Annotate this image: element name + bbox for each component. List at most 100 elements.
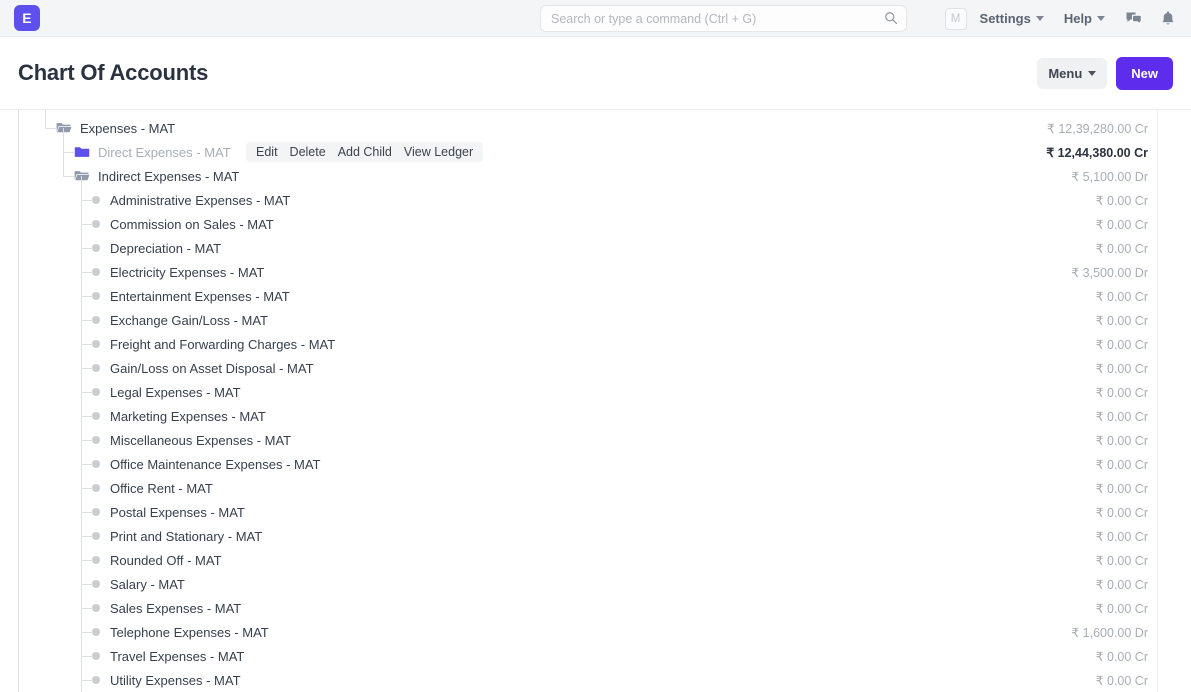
tree-connector (63, 152, 74, 153)
settings-label: Settings (980, 11, 1031, 26)
view-ledger-button[interactable]: View Ledger (398, 145, 479, 159)
tree-row[interactable]: Marketing Expenses - MAT₹ 0.00 Cr (0, 404, 1191, 428)
tree-node[interactable]: Office Rent - MAT (92, 476, 213, 500)
bullet-icon (92, 412, 100, 420)
bullet-icon (92, 340, 100, 348)
tree-node-label[interactable]: Print and Stationary - MAT (110, 529, 262, 544)
tree-row[interactable]: Utility Expenses - MAT₹ 0.00 Cr (0, 668, 1191, 692)
tree-node-label[interactable]: Electricity Expenses - MAT (110, 265, 264, 280)
tree-row[interactable]: Entertainment Expenses - MAT₹ 0.00 Cr (0, 284, 1191, 308)
global-search[interactable] (540, 5, 907, 32)
tree-row[interactable]: Salary - MAT₹ 0.00 Cr (0, 572, 1191, 596)
tree-node-label[interactable]: Utility Expenses - MAT (110, 673, 241, 688)
bell-icon[interactable] (1159, 10, 1177, 28)
tree-node[interactable]: Entertainment Expenses - MAT (92, 284, 290, 308)
tree-row[interactable]: Postal Expenses - MAT₹ 0.00 Cr (0, 500, 1191, 524)
tree-node-label[interactable]: Freight and Forwarding Charges - MAT (110, 337, 335, 352)
tree-node[interactable]: Indirect Expenses - MAT (74, 164, 239, 188)
tree-node-label[interactable]: Commission on Sales - MAT (110, 217, 274, 232)
tree-node-label[interactable]: Postal Expenses - MAT (110, 505, 245, 520)
tree-node[interactable]: Electricity Expenses - MAT (92, 260, 264, 284)
tree-row[interactable]: Telephone Expenses - MAT₹ 1,600.00 Dr (0, 620, 1191, 644)
tree-row[interactable]: Depreciation - MAT₹ 0.00 Cr (0, 236, 1191, 260)
tree-node[interactable]: Salary - MAT (92, 572, 185, 596)
tree-row[interactable]: Indirect Expenses - MAT₹ 5,100.00 Dr (0, 164, 1191, 188)
tree-row[interactable]: Office Rent - MAT₹ 0.00 Cr (0, 476, 1191, 500)
tree-row[interactable]: Gain/Loss on Asset Disposal - MAT₹ 0.00 … (0, 356, 1191, 380)
tree-node-label[interactable]: Office Rent - MAT (110, 481, 213, 496)
tree-row[interactable]: Exchange Gain/Loss - MAT₹ 0.00 Cr (0, 308, 1191, 332)
add-child-button[interactable]: Add Child (332, 145, 398, 159)
tree-node[interactable]: Rounded Off - MAT (92, 548, 222, 572)
bullet-icon (92, 676, 100, 684)
tree-node-label[interactable]: Exchange Gain/Loss - MAT (110, 313, 268, 328)
delete-button[interactable]: Delete (284, 145, 332, 159)
tree-node[interactable]: Travel Expenses - MAT (92, 644, 244, 668)
tree-node[interactable]: Depreciation - MAT (92, 236, 221, 260)
account-balance: ₹ 0.00 Cr (1096, 433, 1148, 448)
comment-icon[interactable] (1125, 10, 1143, 28)
tree-node-label[interactable]: Indirect Expenses - MAT (98, 169, 239, 184)
tree-row[interactable]: Print and Stationary - MAT₹ 0.00 Cr (0, 524, 1191, 548)
avatar[interactable]: M (945, 8, 967, 30)
settings-menu[interactable]: Settings (980, 11, 1044, 26)
tree-row[interactable]: Direct Expenses - MAT EditDeleteAdd Child… (0, 140, 1191, 164)
new-button[interactable]: New (1116, 57, 1173, 90)
tree-node-label[interactable]: Travel Expenses - MAT (110, 649, 244, 664)
search-input[interactable] (540, 5, 907, 32)
tree-row[interactable]: Expenses - MAT₹ 12,39,280.00 Cr (0, 116, 1191, 140)
tree-node[interactable]: Sales Expenses - MAT (92, 596, 241, 620)
tree-node-label[interactable]: Expenses - MAT (80, 121, 175, 136)
tree-node-label[interactable]: Gain/Loss on Asset Disposal - MAT (110, 361, 314, 376)
tree-node[interactable]: Legal Expenses - MAT (92, 380, 241, 404)
tree-connector (81, 368, 93, 369)
tree-row[interactable]: Administrative Expenses - MAT₹ 0.00 Cr (0, 188, 1191, 212)
tree-node-label[interactable]: Office Maintenance Expenses - MAT (110, 457, 321, 472)
tree-node-label[interactable]: Direct Expenses - MAT (98, 145, 231, 160)
tree-node[interactable]: Print and Stationary - MAT (92, 524, 262, 548)
tree-row[interactable]: Freight and Forwarding Charges - MAT₹ 0.… (0, 332, 1191, 356)
tree-node[interactable]: Marketing Expenses - MAT (92, 404, 266, 428)
tree-node[interactable]: Utility Expenses - MAT (92, 668, 241, 692)
account-balance: ₹ 0.00 Cr (1096, 553, 1148, 568)
menu-button[interactable]: Menu (1037, 58, 1107, 89)
tree-node-label[interactable]: Salary - MAT (110, 577, 185, 592)
tree-node-label[interactable]: Administrative Expenses - MAT (110, 193, 290, 208)
tree-node[interactable]: Miscellaneous Expenses - MAT (92, 428, 291, 452)
tree-node-label[interactable]: Marketing Expenses - MAT (110, 409, 266, 424)
tree-connector (81, 224, 93, 225)
edit-button[interactable]: Edit (250, 145, 284, 159)
tree-node-label[interactable]: Entertainment Expenses - MAT (110, 289, 290, 304)
tree-row[interactable]: Commission on Sales - MAT₹ 0.00 Cr (0, 212, 1191, 236)
bullet-icon (92, 220, 100, 228)
tree-node[interactable]: Exchange Gain/Loss - MAT (92, 308, 268, 332)
tree-node[interactable]: Direct Expenses - MAT (74, 140, 231, 164)
tree-row[interactable]: Sales Expenses - MAT₹ 0.00 Cr (0, 596, 1191, 620)
tree-node[interactable]: Administrative Expenses - MAT (92, 188, 290, 212)
tree-node-label[interactable]: Telephone Expenses - MAT (110, 625, 269, 640)
tree-node-label[interactable]: Depreciation - MAT (110, 241, 221, 256)
tree-row[interactable]: Electricity Expenses - MAT₹ 3,500.00 Dr (0, 260, 1191, 284)
tree-connector (81, 200, 93, 201)
tree-node-label[interactable]: Legal Expenses - MAT (110, 385, 241, 400)
tree-node-label[interactable]: Sales Expenses - MAT (110, 601, 241, 616)
tree-node[interactable]: Gain/Loss on Asset Disposal - MAT (92, 356, 314, 380)
chart-of-accounts-tree-area: Expenses - MAT₹ 12,39,280.00 Cr Direct E… (0, 110, 1191, 692)
tree-node-label[interactable]: Rounded Off - MAT (110, 553, 222, 568)
tree-row[interactable]: Travel Expenses - MAT₹ 0.00 Cr (0, 644, 1191, 668)
tree-node[interactable]: Telephone Expenses - MAT (92, 620, 269, 644)
tree-row[interactable]: Office Maintenance Expenses - MAT₹ 0.00 … (0, 452, 1191, 476)
tree-row[interactable]: Miscellaneous Expenses - MAT ₹ 0.00 Cr (0, 428, 1191, 452)
tree-node[interactable]: Office Maintenance Expenses - MAT (92, 452, 321, 476)
tree-row[interactable]: Rounded Off - MAT ₹ 0.00 Cr (0, 548, 1191, 572)
tree-row[interactable]: Legal Expenses - MAT₹ 0.00 Cr (0, 380, 1191, 404)
tree-node-label[interactable]: Miscellaneous Expenses - MAT (110, 433, 291, 448)
tree-node[interactable]: Commission on Sales - MAT (92, 212, 274, 236)
app-logo[interactable]: E (14, 5, 40, 31)
tree-node[interactable]: Freight and Forwarding Charges - MAT (92, 332, 335, 356)
account-tree: Expenses - MAT₹ 12,39,280.00 Cr Direct E… (0, 110, 1191, 692)
tree-node[interactable]: Expenses - MAT (56, 116, 175, 140)
page-header-actions: Menu New (1037, 57, 1173, 90)
help-menu[interactable]: Help (1064, 11, 1105, 26)
tree-node[interactable]: Postal Expenses - MAT (92, 500, 245, 524)
